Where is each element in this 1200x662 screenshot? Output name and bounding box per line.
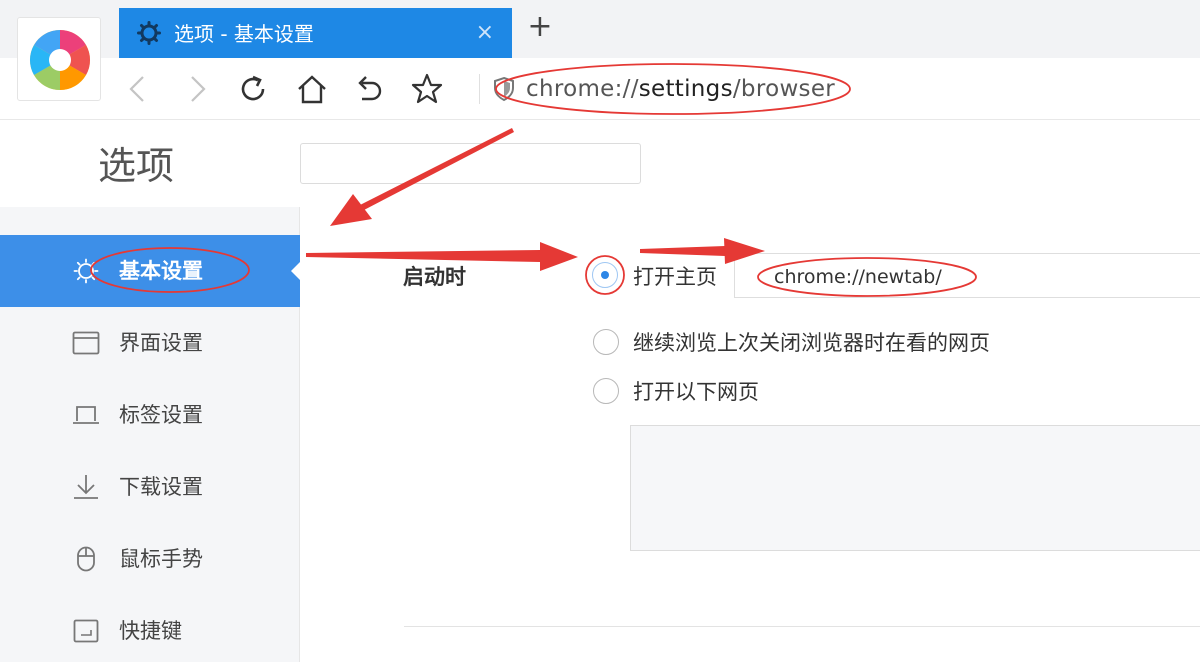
sidebar-item-shortcuts[interactable]: 快捷键	[0, 595, 300, 662]
homepage-url-value: chrome://newtab/	[774, 266, 942, 288]
gear-icon	[137, 21, 161, 45]
url-suffix: /browser	[732, 76, 836, 102]
startup-label: 启动时	[403, 265, 466, 289]
back-icon[interactable]	[121, 72, 155, 106]
sidebar-item-label: 基本设置	[119, 259, 203, 283]
forward-icon[interactable]	[180, 72, 214, 106]
window-icon	[72, 331, 100, 355]
sidebar-item-interface[interactable]: 界面设置	[0, 307, 300, 379]
sidebar-item-downloads[interactable]: 下载设置	[0, 451, 300, 523]
shield-icon[interactable]	[492, 76, 516, 102]
star-icon[interactable]	[410, 72, 444, 106]
new-tab-button[interactable]: +	[524, 12, 556, 44]
sidebar-item-label: 鼠标手势	[119, 547, 203, 571]
tab-title: 选项 - 基本设置	[174, 22, 314, 46]
radio-open-pages[interactable]	[593, 378, 619, 404]
radio-label-open-pages: 打开以下网页	[633, 380, 759, 404]
address-bar[interactable]: chrome://settings/browser	[526, 74, 835, 104]
radio-continue-session[interactable]	[593, 329, 619, 355]
divider	[404, 626, 1200, 627]
reload-icon[interactable]	[236, 72, 270, 106]
tab-settings[interactable]: 选项 - 基本设置 ×	[119, 8, 512, 59]
url-path: settings	[638, 76, 733, 102]
radio-open-homepage[interactable]	[592, 262, 618, 288]
browser-logo[interactable]	[17, 17, 101, 101]
gear-icon	[73, 258, 99, 284]
sidebar-item-label: 标签设置	[119, 403, 203, 427]
toolbar-separator	[479, 74, 480, 104]
startup-pages-list[interactable]	[630, 425, 1200, 551]
laptop-icon	[73, 406, 99, 424]
sidebar-item-basic[interactable]: 基本设置	[0, 235, 301, 307]
sidebar-item-gestures[interactable]: 鼠标手势	[0, 523, 300, 595]
radio-label-continue-session: 继续浏览上次关闭浏览器时在看的网页	[633, 331, 990, 355]
close-icon[interactable]: ×	[476, 20, 494, 46]
active-indicator	[291, 261, 301, 281]
url-prefix: chrome://	[526, 76, 639, 102]
search-input[interactable]	[300, 143, 641, 184]
browser-logo-icon	[29, 29, 91, 91]
toolbar: chrome://settings/browser	[0, 58, 1200, 120]
sidebar-item-tabs[interactable]: 标签设置	[0, 379, 300, 451]
arrow-radio-to-url	[640, 246, 725, 256]
download-icon	[74, 475, 98, 499]
mouse-icon	[77, 546, 95, 572]
page-title: 选项	[98, 144, 175, 188]
sidebar-item-label: 下载设置	[119, 475, 203, 499]
sidebar-item-label: 快捷键	[119, 619, 182, 643]
arrowhead-url-to-sidebar	[330, 194, 372, 226]
undo-icon[interactable]	[352, 72, 386, 106]
radio-label-open-homepage: 打开主页	[633, 265, 717, 289]
keyboard-icon	[73, 619, 99, 643]
arrowhead-sidebar-to-radio	[540, 242, 578, 271]
arrow-sidebar-to-radio	[306, 250, 540, 262]
sidebar-item-label: 界面设置	[119, 331, 203, 355]
sidebar: 基本设置 界面设置 标签设置 下载设置 鼠标手势 快捷键	[0, 207, 301, 662]
home-icon[interactable]	[295, 72, 329, 106]
